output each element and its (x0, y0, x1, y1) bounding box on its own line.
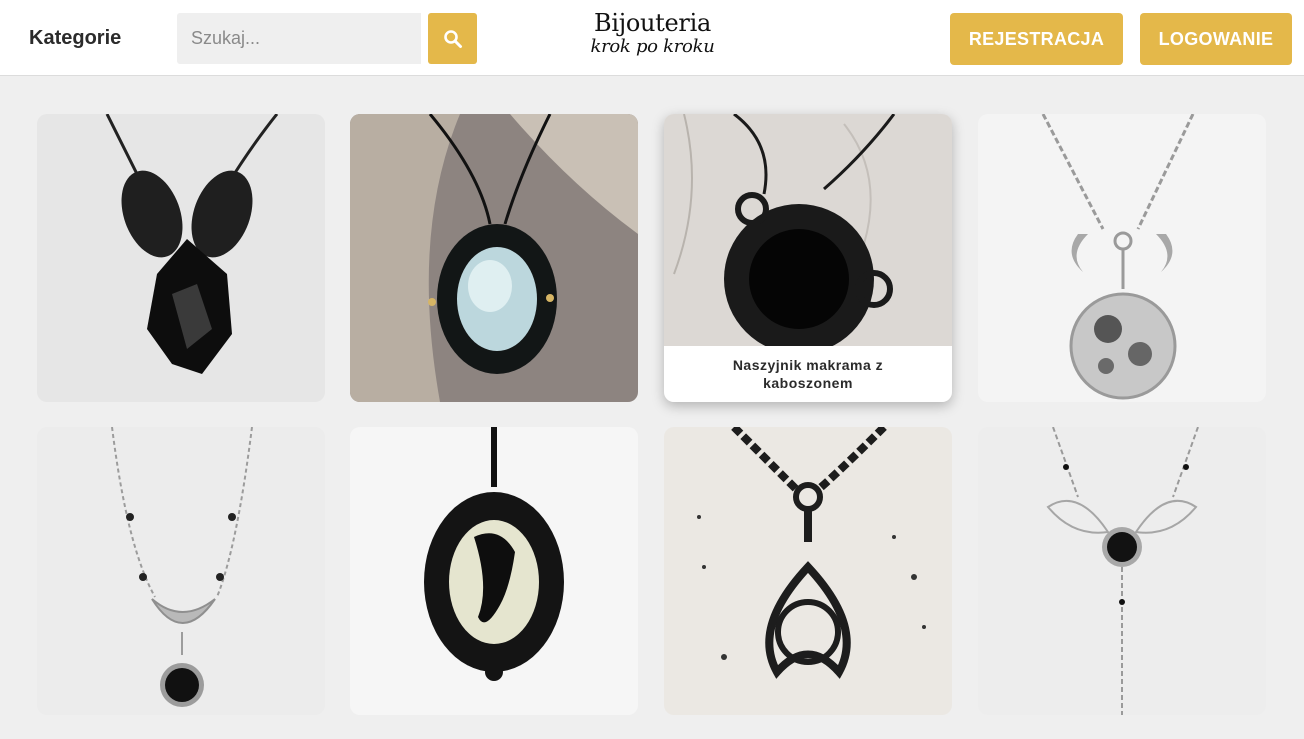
product-caption: Naszyjnik makrama z kaboszonem (664, 346, 952, 402)
product-image (37, 427, 325, 715)
categories-menu[interactable]: Kategorie (29, 27, 121, 50)
product-image (350, 427, 638, 715)
product-card[interactable] (978, 114, 1266, 402)
product-image (978, 427, 1266, 715)
search-button[interactable] (428, 13, 477, 64)
login-button[interactable]: LOGOWANIE (1140, 13, 1292, 65)
product-card[interactable] (37, 427, 325, 715)
product-card[interactable] (37, 114, 325, 402)
product-image (37, 114, 325, 402)
product-card[interactable] (664, 427, 952, 715)
site-logo[interactable]: Bijouteria krok po kroku (580, 10, 725, 62)
logo-line-1: Bijouteria (594, 9, 711, 37)
register-button[interactable]: REJESTRACJA (950, 13, 1123, 65)
product-image (350, 114, 638, 402)
top-navigation-bar: Kategorie Bijouteria krok po kroku REJES… (0, 0, 1304, 76)
product-image (664, 427, 952, 715)
product-image (978, 114, 1266, 402)
product-card[interactable] (350, 114, 638, 402)
search-input[interactable] (177, 13, 421, 64)
search-icon (443, 29, 462, 48)
product-card[interactable] (978, 427, 1266, 715)
product-card[interactable] (350, 427, 638, 715)
logo-line-2: krok po kroku (590, 36, 715, 57)
product-card[interactable]: Naszyjnik makrama z kaboszonem (664, 114, 952, 402)
